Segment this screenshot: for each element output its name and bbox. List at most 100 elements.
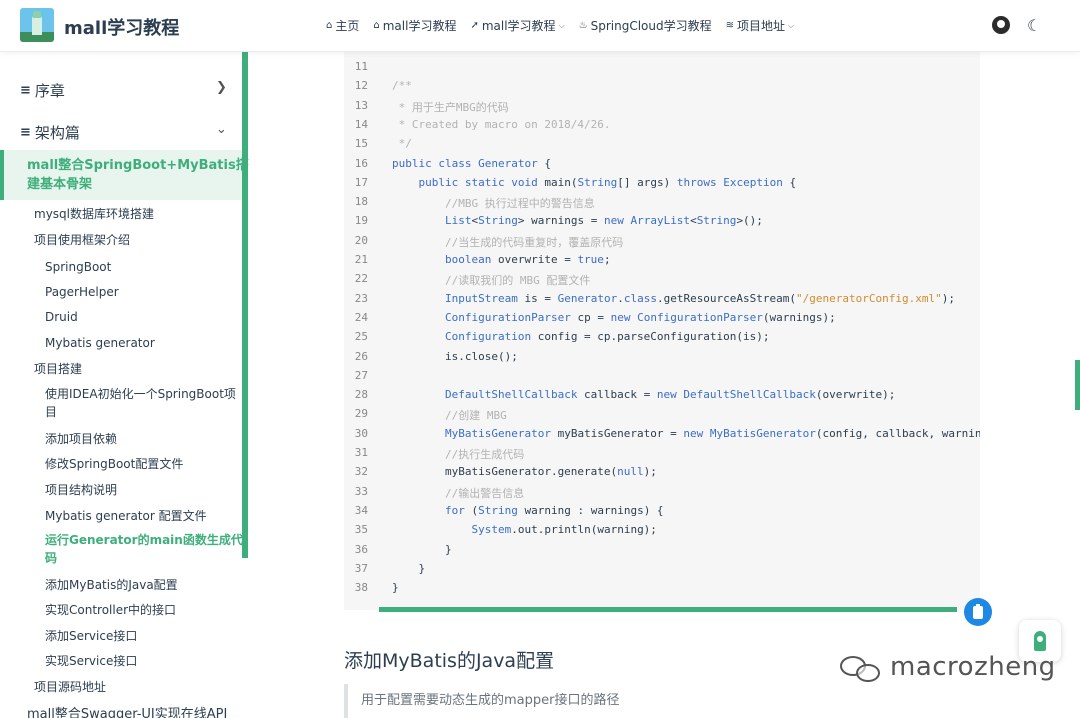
line-number: 38 — [354, 581, 368, 595]
wechat-icon — [840, 652, 882, 682]
sidebar-active-page-line: 建基本骨架 — [27, 177, 93, 192]
nav-springcloud-tutorial-label: SpringCloud学习教程 — [590, 19, 712, 33]
sidebar-item[interactable]: 使用IDEA初始化一个SpringBoot项 目 — [45, 385, 236, 421]
line-number: 14 — [354, 117, 368, 131]
sidebar-item[interactable]: Mybatis generator 配置文件 — [45, 507, 207, 525]
sidebar-item[interactable]: 修改SpringBoot配置文件 — [45, 455, 183, 473]
code-line: System.out.println(warning); — [471, 523, 657, 537]
nav-springcloud-tutorial[interactable]: ♨ SpringCloud学习教程 — [579, 17, 712, 34]
sidebar-item-active[interactable]: 运行Generator的main函数生成代 码 — [45, 531, 243, 567]
sidebar-group-architecture[interactable]: ≡ 架构篇 — [20, 122, 80, 143]
nav-project-address[interactable]: ≋ 项目地址 ⌵ — [726, 17, 794, 34]
copy-code-button[interactable] — [964, 598, 992, 626]
nav-mall-tutorial-dropdown[interactable]: ➚ mall学习教程 ⌵ — [470, 17, 564, 34]
line-number: 19 — [354, 214, 368, 228]
sidebar-item[interactable]: 项目源码地址 — [34, 678, 106, 696]
sidebar-active-page-line: mall整合SpringBoot+MyBatis搭 — [27, 158, 249, 173]
sidebar-item[interactable]: 项目使用框架介绍 — [34, 231, 130, 249]
site-logo[interactable] — [20, 8, 54, 42]
sidebar-item[interactable]: 实现Controller中的接口 — [45, 601, 176, 619]
home-icon: ⌂ — [373, 20, 380, 31]
nav-home-label: 主页 — [335, 19, 360, 33]
code-line: MyBatisGenerator myBatisGenerator = new … — [444, 426, 980, 440]
nav-mall-tutorial-label: mall学习教程 — [382, 19, 457, 33]
code-line: Configuration config = cp.parseConfigura… — [444, 330, 770, 344]
chevron-right-icon[interactable]: ❯ — [216, 80, 227, 95]
top-navbar: mall学习教程 ⌂ 主页 ⌂ mall学习教程 ➚ mall学习教程 ⌵ ♨ … — [0, 0, 1080, 52]
sidebar-item[interactable]: 添加MyBatis的Java配置 — [45, 576, 178, 594]
line-number: 18 — [354, 195, 368, 209]
code-line: //执行生成代码 — [392, 448, 525, 461]
line-number: 31 — [354, 446, 368, 459]
line-number: 27 — [354, 368, 368, 382]
code-line: InputStream is = Generator.class.getReso… — [444, 291, 955, 305]
code-scrollbar[interactable] — [379, 607, 957, 612]
sidebar-item[interactable]: 项目结构说明 — [45, 481, 117, 499]
nav-links: ⌂ 主页 ⌂ mall学习教程 ➚ mall学习教程 ⌵ ♨ SpringClo… — [326, 17, 808, 34]
sidebar-item[interactable]: mysql数据库环境搭建 — [34, 205, 154, 223]
code-line: myBatisGenerator.generate(null); — [392, 465, 657, 479]
chevron-down-icon[interactable]: ⌄ — [216, 122, 227, 137]
line-number: 33 — [354, 484, 368, 498]
code-line: } — [392, 581, 399, 595]
sidebar-item[interactable]: 添加Service接口 — [45, 627, 137, 645]
sidebar-item-line: 使用IDEA初始化一个SpringBoot项 — [45, 387, 236, 401]
code-line: //读取我们的 MBG 配置文件 — [392, 274, 591, 288]
language-toggle[interactable]: ☾ — [1027, 16, 1047, 36]
sidebar-item[interactable]: 实现Service接口 — [45, 652, 137, 670]
sidebar-group-label: 架构篇 — [34, 124, 80, 142]
sidebar-item[interactable]: SpringBoot — [45, 258, 111, 276]
code-line: //MBG 执行过程中的警告信息 — [392, 197, 595, 211]
line-number: 37 — [354, 561, 368, 575]
line-number: 11 — [354, 60, 368, 73]
sidebar-active-page[interactable]: mall整合SpringBoot+MyBatis搭 建基本骨架 — [0, 150, 249, 200]
code-line: is.close(); — [392, 349, 518, 363]
code-line: //当生成的代码重复时，覆盖原代码 — [392, 235, 624, 249]
code-line: ConfigurationParser cp = new Configurati… — [444, 310, 836, 324]
page-scroll-indicator[interactable] — [1075, 360, 1080, 410]
sidebar-item[interactable]: PagerHelper — [45, 283, 119, 301]
code-block: 11 12 13 14 15 16 17 18 19 20 21 22 23 24 25 26 27 28 29 30… — [344, 52, 980, 610]
sidebar-item[interactable]: 添加项目依赖 — [45, 430, 117, 448]
rocket-icon: ➚ — [470, 20, 479, 31]
rocket-icon — [1034, 631, 1046, 651]
github-icon — [992, 16, 1010, 34]
code-line: public static void main(String[] args) t… — [418, 175, 797, 189]
line-number: 21 — [354, 253, 368, 266]
line-number: 22 — [354, 272, 368, 286]
sidebar-item[interactable]: Druid — [45, 308, 78, 326]
line-number: 29 — [354, 407, 368, 421]
sidebar-item[interactable]: mall整合Swagger-UI实现在线API — [27, 706, 227, 718]
blockquote: 用于配置需要动态生成的mapper接口的路径 — [344, 684, 980, 718]
nav-home[interactable]: ⌂ 主页 — [326, 17, 359, 34]
code-line: DefaultShellCallback callback = new Defa… — [444, 388, 896, 402]
code-line: */ — [392, 137, 412, 151]
sidebar-group-label: 序章 — [34, 82, 65, 100]
line-number: 35 — [354, 523, 368, 537]
nav-project-address-label: 项目地址 — [737, 19, 786, 33]
code-line: public class Generator { — [392, 156, 551, 170]
fire-icon: ♨ — [578, 20, 588, 31]
sidebar-item[interactable]: 项目搭建 — [34, 360, 82, 378]
line-number: 26 — [354, 349, 368, 363]
site-title[interactable]: mall学习教程 — [64, 14, 179, 40]
chevron-down-icon: ⌵ — [788, 20, 795, 30]
blockquote-text: 用于配置需要动态生成的mapper接口的路径 — [361, 693, 620, 708]
line-number: 30 — [354, 426, 368, 440]
nav-mall-tutorial[interactable]: ⌂ mall学习教程 — [373, 17, 456, 34]
line-number: 15 — [354, 137, 368, 151]
sidebar-item[interactable]: Mybatis generator — [45, 334, 155, 352]
code-line: List<String> warnings = new ArrayList<St… — [444, 214, 763, 228]
line-number: 36 — [354, 542, 368, 556]
github-link[interactable] — [992, 16, 1012, 36]
language-icon: ☾ — [1027, 16, 1042, 35]
code-line: * Created by macro on 2018/4/26. — [392, 117, 611, 131]
sidebar-scrollbar[interactable] — [242, 52, 248, 558]
line-number: 32 — [354, 465, 368, 479]
section-heading: 添加MyBatis的Java配置 — [344, 650, 555, 672]
sidebar-group-preface[interactable]: ≡ 序章 — [20, 80, 65, 101]
code-line: } — [392, 542, 452, 556]
line-number: 28 — [354, 388, 368, 402]
line-number: 12 — [354, 79, 368, 93]
line-number: 25 — [354, 330, 368, 344]
